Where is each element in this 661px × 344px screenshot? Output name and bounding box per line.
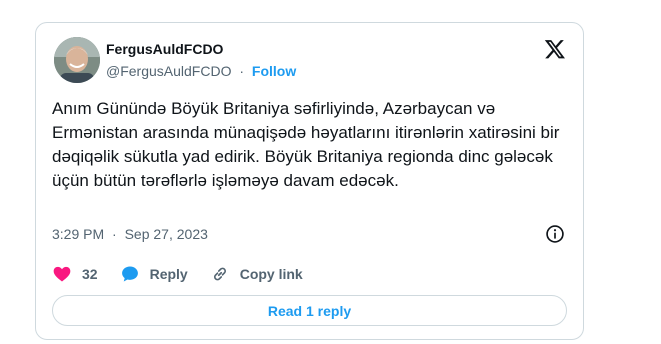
tweet-date: Sep 27, 2023 [124,226,208,242]
author-handle[interactable]: @FergusAuldFCDO [106,63,231,79]
x-logo-icon[interactable] [544,38,566,60]
tweet-timestamp[interactable]: 3:29 PM · Sep 27, 2023 [52,226,208,242]
tweet-card: FergusAuldFCDO @FergusAuldFCDO · Follow … [35,22,584,340]
handle-separator: · [239,63,245,79]
tweet-text: Anım Günündə Böyük Britaniya səfirliyind… [52,99,560,190]
author-handle-row: @FergusAuldFCDO · Follow [106,63,296,79]
like-button[interactable]: 32 [52,264,98,284]
action-bar: 32 Reply Copy link [52,263,325,285]
copy-link-button[interactable]: Copy link [210,264,303,284]
info-icon[interactable] [545,224,565,244]
follow-button[interactable]: Follow [252,63,296,79]
read-replies-button[interactable]: Read 1 reply [52,295,567,326]
like-count: 32 [82,266,98,282]
reply-button[interactable]: Reply [120,264,188,284]
tweet-time: 3:29 PM [52,226,105,242]
speech-bubble-icon [121,266,138,282]
avatar-image [54,37,100,83]
heart-icon [53,266,71,282]
copy-link-label: Copy link [239,266,303,282]
reply-label: Reply [149,266,188,282]
avatar[interactable] [54,37,100,83]
date-separator: · [112,226,117,242]
link-icon [213,267,226,281]
author-name[interactable]: FergusAuldFCDO [106,41,223,57]
